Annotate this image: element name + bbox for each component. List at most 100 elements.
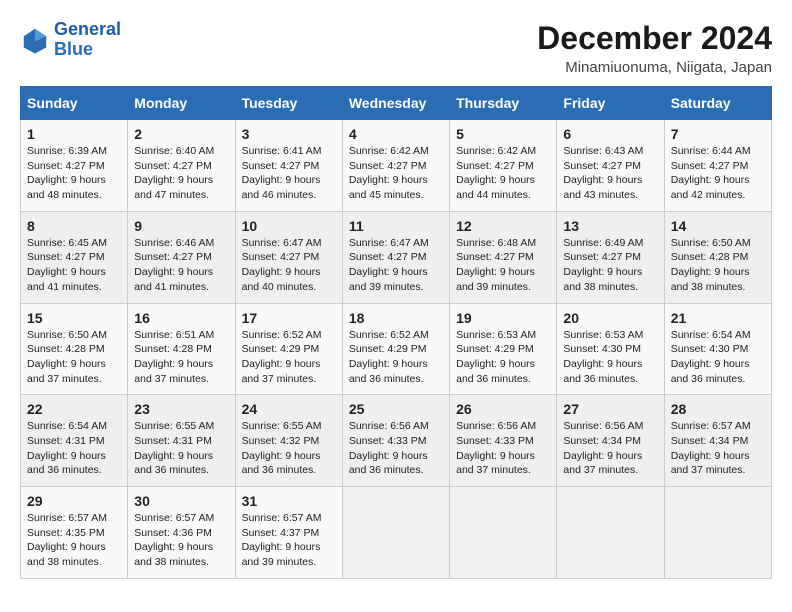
day-number: 26 [456,401,550,417]
day-number: 31 [242,493,336,509]
day-number: 10 [242,218,336,234]
calendar-cell: 9 Sunrise: 6:46 AMSunset: 4:27 PMDaylight… [128,211,235,303]
cell-content: Sunrise: 6:42 AMSunset: 4:27 PMDaylight:… [349,144,443,203]
day-number: 17 [242,310,336,326]
subtitle: Minamiuonuma, Niigata, Japan [537,59,772,76]
calendar-cell [664,487,771,579]
day-number: 22 [27,401,121,417]
day-number: 6 [563,126,657,142]
day-number: 8 [27,218,121,234]
day-number: 13 [563,218,657,234]
calendar-cell: 14 Sunrise: 6:50 AMSunset: 4:28 PMDayligh… [664,211,771,303]
day-header-sunday: Sunday [21,87,128,120]
calendar-cell: 24 Sunrise: 6:55 AMSunset: 4:32 PMDayligh… [235,395,342,487]
day-number: 29 [27,493,121,509]
day-number: 21 [671,310,765,326]
cell-content: Sunrise: 6:54 AMSunset: 4:31 PMDaylight:… [27,419,121,478]
cell-content: Sunrise: 6:53 AMSunset: 4:30 PMDaylight:… [563,328,657,387]
day-number: 1 [27,126,121,142]
day-number: 4 [349,126,443,142]
calendar-cell: 11 Sunrise: 6:47 AMSunset: 4:27 PMDayligh… [342,211,449,303]
calendar-week-2: 8Sunrise: 6:45 AMSunset: 4:27 PMDaylight… [21,211,772,303]
calendar-cell: 28Sunrise: 6:57 AMSunset: 4:34 PMDayligh… [664,395,771,487]
day-number: 11 [349,218,443,234]
calendar-cell [557,487,664,579]
calendar-cell: 23 Sunrise: 6:55 AMSunset: 4:31 PMDayligh… [128,395,235,487]
calendar-week-5: 29 Sunrise: 6:57 AMSunset: 4:35 PMDayligh… [21,487,772,579]
cell-content: Sunrise: 6:56 AMSunset: 4:33 PMDaylight:… [456,419,550,478]
cell-content: Sunrise: 6:57 AMSunset: 4:37 PMDaylight:… [242,511,336,570]
calendar-week-3: 15 Sunrise: 6:50 AMSunset: 4:28 PMDayligh… [21,303,772,395]
day-number: 24 [242,401,336,417]
cell-content: Sunrise: 6:51 AMSunset: 4:28 PMDaylight:… [134,328,228,387]
day-number: 5 [456,126,550,142]
logo: General Blue [20,20,121,60]
day-number: 15 [27,310,121,326]
calendar-cell: 21 Sunrise: 6:54 AMSunset: 4:30 PMDayligh… [664,303,771,395]
day-header-friday: Friday [557,87,664,120]
main-title: December 2024 [537,20,772,57]
cell-content: Sunrise: 6:52 AMSunset: 4:29 PMDaylight:… [242,328,336,387]
day-number: 18 [349,310,443,326]
cell-content: Sunrise: 6:56 AMSunset: 4:33 PMDaylight:… [349,419,443,478]
day-number: 27 [563,401,657,417]
calendar-cell [450,487,557,579]
cell-content: Sunrise: 6:57 AMSunset: 4:34 PMDaylight:… [671,419,765,478]
day-number: 9 [134,218,228,234]
calendar-cell: 26 Sunrise: 6:56 AMSunset: 4:33 PMDayligh… [450,395,557,487]
calendar-cell [342,487,449,579]
logo-text: General Blue [54,20,121,60]
calendar-cell: 10 Sunrise: 6:47 AMSunset: 4:27 PMDayligh… [235,211,342,303]
day-number: 3 [242,126,336,142]
calendar-cell: 22 Sunrise: 6:54 AMSunset: 4:31 PMDayligh… [21,395,128,487]
calendar-cell: 19Sunrise: 6:53 AMSunset: 4:29 PMDayligh… [450,303,557,395]
cell-content: Sunrise: 6:53 AMSunset: 4:29 PMDaylight:… [456,328,550,387]
cell-content: Sunrise: 6:42 AMSunset: 4:27 PMDaylight:… [456,144,550,203]
day-header-tuesday: Tuesday [235,87,342,120]
calendar-body: 1 Sunrise: 6:39 AMSunset: 4:27 PMDaylight… [21,120,772,579]
page-header: General Blue December 2024 Minamiuonuma,… [20,20,772,76]
cell-content: Sunrise: 6:39 AMSunset: 4:27 PMDaylight:… [27,144,121,203]
calendar-cell: 3 Sunrise: 6:41 AMSunset: 4:27 PMDaylight… [235,120,342,212]
calendar-cell: 17 Sunrise: 6:52 AMSunset: 4:29 PMDayligh… [235,303,342,395]
day-header-wednesday: Wednesday [342,87,449,120]
cell-content: Sunrise: 6:55 AMSunset: 4:32 PMDaylight:… [242,419,336,478]
cell-content: Sunrise: 6:49 AMSunset: 4:27 PMDaylight:… [563,236,657,295]
header-row: SundayMondayTuesdayWednesdayThursdayFrid… [21,87,772,120]
cell-content: Sunrise: 6:50 AMSunset: 4:28 PMDaylight:… [27,328,121,387]
calendar-week-1: 1 Sunrise: 6:39 AMSunset: 4:27 PMDaylight… [21,120,772,212]
cell-content: Sunrise: 6:50 AMSunset: 4:28 PMDaylight:… [671,236,765,295]
cell-content: Sunrise: 6:43 AMSunset: 4:27 PMDaylight:… [563,144,657,203]
calendar-cell: 16Sunrise: 6:51 AMSunset: 4:28 PMDayligh… [128,303,235,395]
calendar-cell: 2Sunrise: 6:40 AMSunset: 4:27 PMDaylight… [128,120,235,212]
calendar-cell: 31 Sunrise: 6:57 AMSunset: 4:37 PMDayligh… [235,487,342,579]
day-number: 23 [134,401,228,417]
logo-icon [20,25,50,55]
cell-content: Sunrise: 6:47 AMSunset: 4:27 PMDaylight:… [349,236,443,295]
calendar-cell: 8Sunrise: 6:45 AMSunset: 4:27 PMDaylight… [21,211,128,303]
calendar-cell: 7 Sunrise: 6:44 AMSunset: 4:27 PMDaylight… [664,120,771,212]
day-number: 14 [671,218,765,234]
cell-content: Sunrise: 6:56 AMSunset: 4:34 PMDaylight:… [563,419,657,478]
cell-content: Sunrise: 6:54 AMSunset: 4:30 PMDaylight:… [671,328,765,387]
calendar-cell: 27 Sunrise: 6:56 AMSunset: 4:34 PMDayligh… [557,395,664,487]
cell-content: Sunrise: 6:47 AMSunset: 4:27 PMDaylight:… [242,236,336,295]
calendar-cell: 12Sunrise: 6:48 AMSunset: 4:27 PMDayligh… [450,211,557,303]
day-number: 2 [134,126,228,142]
calendar-cell: 15 Sunrise: 6:50 AMSunset: 4:28 PMDayligh… [21,303,128,395]
day-header-thursday: Thursday [450,87,557,120]
calendar-cell: 4 Sunrise: 6:42 AMSunset: 4:27 PMDaylight… [342,120,449,212]
cell-content: Sunrise: 6:55 AMSunset: 4:31 PMDaylight:… [134,419,228,478]
cell-content: Sunrise: 6:52 AMSunset: 4:29 PMDaylight:… [349,328,443,387]
calendar-header: SundayMondayTuesdayWednesdayThursdayFrid… [21,87,772,120]
cell-content: Sunrise: 6:46 AMSunset: 4:27 PMDaylight:… [134,236,228,295]
day-number: 20 [563,310,657,326]
cell-content: Sunrise: 6:57 AMSunset: 4:36 PMDaylight:… [134,511,228,570]
cell-content: Sunrise: 6:41 AMSunset: 4:27 PMDaylight:… [242,144,336,203]
cell-content: Sunrise: 6:57 AMSunset: 4:35 PMDaylight:… [27,511,121,570]
cell-content: Sunrise: 6:48 AMSunset: 4:27 PMDaylight:… [456,236,550,295]
calendar-cell: 20 Sunrise: 6:53 AMSunset: 4:30 PMDayligh… [557,303,664,395]
day-number: 7 [671,126,765,142]
cell-content: Sunrise: 6:44 AMSunset: 4:27 PMDaylight:… [671,144,765,203]
calendar-cell: 6 Sunrise: 6:43 AMSunset: 4:27 PMDaylight… [557,120,664,212]
